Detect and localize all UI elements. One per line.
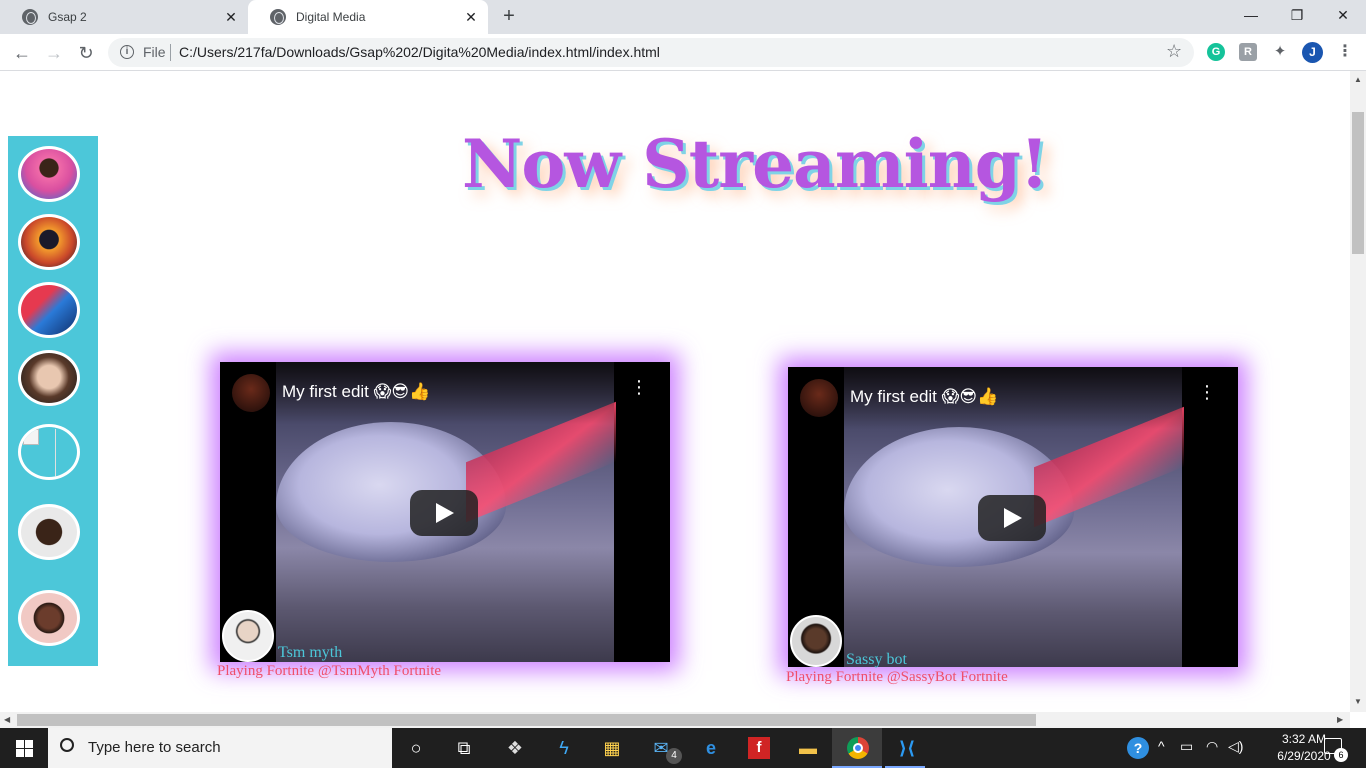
streamer-avatar-4[interactable] [18, 350, 80, 406]
windows-taskbar: Type here to search ○ ⧉ ❖ ϟ ▦ ✉ 4 e f ▬ … [0, 728, 1366, 768]
globe-icon [270, 9, 286, 25]
back-button[interactable]: ← [10, 41, 34, 65]
wifi-icon[interactable]: ◠ [1206, 738, 1218, 755]
page-title: Now Streaming! [462, 125, 1049, 203]
tab-digital-media[interactable]: Digital Media ✕ [248, 0, 488, 34]
store-icon[interactable]: ▦ [600, 736, 624, 760]
close-window-button[interactable]: ✕ [1320, 0, 1366, 30]
extension-icon[interactable]: R [1239, 43, 1257, 61]
search-placeholder: Type here to search [88, 739, 221, 756]
tab-title: Gsap 2 [48, 10, 87, 24]
foxit-icon[interactable]: f [748, 737, 770, 759]
dropbox-icon[interactable]: ❖ [503, 736, 527, 760]
windows-start-icon[interactable] [0, 728, 48, 768]
streamer-photo [790, 615, 842, 667]
scroll-up-arrow-icon[interactable]: ▲ [1354, 75, 1362, 84]
scroll-left-arrow-icon[interactable]: ◀ [4, 715, 10, 724]
video-menu-icon[interactable]: ⋮ [1198, 383, 1216, 409]
avatar-sidebar [8, 136, 98, 666]
scheme-label: File [143, 44, 166, 60]
battery-icon[interactable]: ▭ [1180, 738, 1193, 755]
edge-icon[interactable]: e [699, 736, 723, 760]
vertical-scroll-thumb[interactable] [1352, 112, 1364, 254]
channel-avatar[interactable] [232, 374, 270, 412]
url-text[interactable]: C:/Users/217fa/Downloads/Gsap%202/Digita… [179, 44, 660, 60]
video-title[interactable]: My first edit 😱😎👍 [282, 382, 430, 402]
minimize-button[interactable]: — [1228, 0, 1274, 30]
grammarly-extension-icon[interactable]: G [1207, 43, 1225, 61]
tab-strip: Gsap 2 ✕ Digital Media ✕ + — ❐ ✕ [0, 0, 1366, 34]
forward-button[interactable]: → [42, 41, 66, 65]
video-player-1[interactable]: My first edit 😱😎👍 ⋮ [220, 362, 670, 662]
tab-close-icon[interactable]: ✕ [224, 10, 238, 24]
page-content: Now Streaming! My first edit 😱😎👍 ⋮ Tsm m… [0, 71, 1350, 712]
play-button[interactable] [410, 490, 478, 536]
taskbar-search-box[interactable]: Type here to search [48, 728, 392, 768]
search-icon [60, 738, 74, 752]
address-separator [170, 44, 171, 61]
chrome-icon-center [853, 743, 863, 753]
new-tab-button[interactable]: + [498, 5, 520, 27]
file-explorer-icon[interactable]: ▬ [796, 736, 820, 760]
video-title[interactable]: My first edit 😱😎👍 [850, 387, 998, 407]
horizontal-scroll-thumb[interactable] [17, 714, 1036, 726]
channel-avatar[interactable] [800, 379, 838, 417]
streamer-avatar-6[interactable] [18, 504, 80, 560]
play-button[interactable] [978, 495, 1046, 541]
browser-menu-icon[interactable]: ⋮ [1336, 43, 1354, 61]
bookmark-star-icon[interactable]: ☆ [1166, 41, 1182, 62]
address-bar[interactable]: i File C:/Users/217fa/Downloads/Gsap%202… [108, 38, 1194, 67]
tab-title: Digital Media [296, 10, 366, 24]
puzzle-extensions-icon[interactable]: ✦ [1271, 43, 1289, 61]
reload-button[interactable]: ↻ [74, 41, 98, 65]
streamer-avatar-broken-image[interactable] [18, 424, 80, 480]
browser-toolbar: ← → ↻ i File C:/Users/217fa/Downloads/Gs… [0, 34, 1366, 71]
video-menu-icon[interactable]: ⋮ [630, 378, 648, 404]
tab-gsap-2[interactable]: Gsap 2 ✕ [0, 0, 248, 34]
profile-avatar[interactable]: J [1302, 42, 1323, 63]
broken-image-icon [23, 429, 39, 445]
broken-image-divider [55, 429, 56, 477]
tab-close-icon[interactable]: ✕ [464, 10, 478, 24]
scroll-right-arrow-icon[interactable]: ▶ [1337, 715, 1343, 724]
streamer-avatar-1[interactable] [18, 146, 80, 202]
notification-count-badge: 6 [1334, 748, 1348, 762]
task-view-icon[interactable]: ⧉ [452, 736, 476, 760]
bolt-app-icon[interactable]: ϟ [552, 736, 576, 760]
streamer-avatar-7[interactable] [18, 590, 80, 646]
streamer-avatar-3[interactable] [18, 282, 80, 338]
streamer-name: Tsm myth [278, 644, 343, 661]
show-hidden-icons-chevron-icon[interactable]: ^ [1158, 738, 1165, 754]
stream-caption: Playing Fortnite @SassyBot Fortnite [786, 669, 1008, 685]
stream-caption: Playing Fortnite @TsmMyth Fortnite [217, 663, 442, 679]
streamer-name: Sassy bot [846, 651, 907, 668]
volume-icon[interactable]: ◁) [1228, 738, 1243, 755]
scroll-down-arrow-icon[interactable]: ▼ [1354, 697, 1362, 706]
vscode-icon[interactable]: ⟩⟨ [895, 736, 919, 760]
help-icon[interactable]: ? [1127, 737, 1149, 759]
cortana-icon[interactable]: ○ [404, 736, 428, 760]
streamer-avatar-2[interactable] [18, 214, 80, 270]
globe-icon [22, 9, 38, 25]
info-icon[interactable]: i [120, 45, 134, 59]
video-player-2[interactable]: My first edit 😱😎👍 ⋮ [788, 367, 1238, 667]
streamer-photo [222, 610, 274, 662]
chrome-icon[interactable] [847, 737, 869, 759]
maximize-button[interactable]: ❐ [1274, 0, 1320, 30]
mail-badge: 4 [666, 748, 682, 764]
